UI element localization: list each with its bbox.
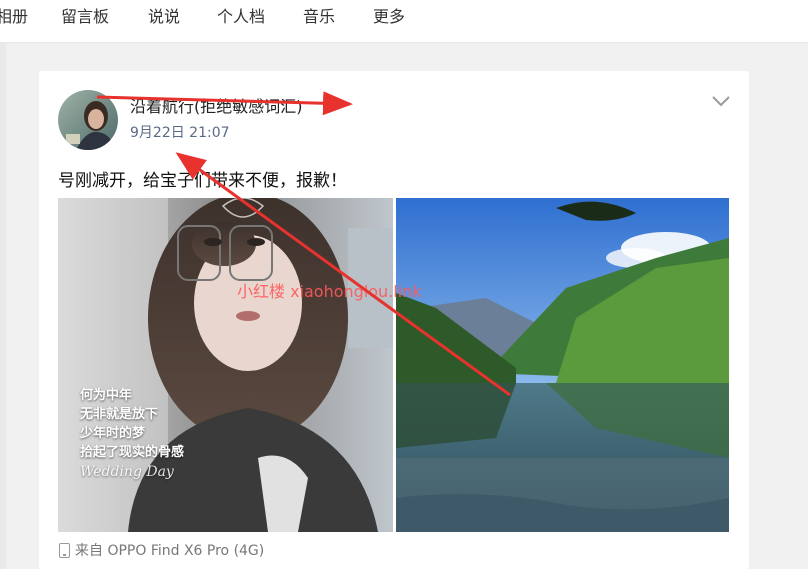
top-navigation: 相册 留言板 说说 个人档 音乐 更多 (0, 0, 808, 43)
portrait-photo (58, 198, 393, 532)
phone-icon (59, 542, 70, 558)
landscape-photo (396, 198, 729, 532)
watermark-text: 小红楼 xiaohonglou.link (237, 282, 422, 301)
avatar-image (58, 90, 118, 150)
portrait-caption-line-4: 拾起了现实的骨感 (80, 445, 185, 460)
portrait-script-text: Wedding Day (80, 464, 174, 480)
portrait-caption-line-1: 何为中年 (80, 388, 133, 403)
portrait-caption-line-2: 无非就是放下 (80, 407, 159, 422)
post-text: 号刚减开，给宝子们带来不便，报歉！ (58, 171, 347, 191)
portrait-caption-line-3: 少年时的梦 (80, 426, 146, 441)
nav-item-message-board[interactable]: 留言板 (61, 3, 109, 27)
chevron-down-icon[interactable] (710, 93, 732, 109)
nav-item-music[interactable]: 音乐 (303, 3, 335, 27)
left-edge-divider (0, 42, 6, 569)
nav-item-shuoshuo[interactable]: 说说 (148, 3, 180, 27)
avatar[interactable] (58, 90, 118, 150)
post-card: 沿着航行(拒绝敏感词汇) 9月22日 21:07 号刚减开，给宝子们带来不便，报… (39, 71, 749, 569)
post-image-landscape[interactable] (396, 198, 729, 532)
nav-item-more[interactable]: 更多 (373, 3, 405, 27)
post-image-portrait[interactable]: 何为中年 无非就是放下 少年时的梦 拾起了现实的骨感 Wedding Day (58, 198, 393, 532)
nav-item-album[interactable]: 相册 (0, 3, 28, 27)
nav-item-profile[interactable]: 个人档 (217, 3, 265, 27)
device-label: 来自 OPPO Find X6 Pro (4G) (75, 543, 265, 559)
device-source: 来自 OPPO Find X6 Pro (4G) (59, 540, 264, 560)
author-nickname[interactable]: 沿着航行(拒绝敏感词汇) (130, 93, 303, 117)
post-timestamp[interactable]: 9月22日 21:07 (130, 122, 230, 142)
